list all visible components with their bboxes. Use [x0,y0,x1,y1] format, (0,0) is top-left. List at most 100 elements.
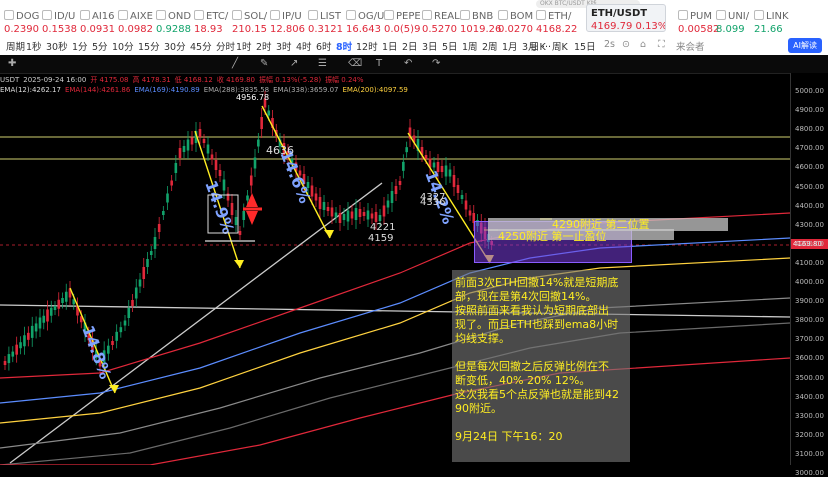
axis-tick: 4100.00 [795,258,824,267]
text-tool-icon[interactable]: T [376,58,382,69]
candle-body [61,298,64,303]
axis-tick: 4900.00 [795,106,824,115]
candle-body [131,300,134,306]
crosshair-icon[interactable]: ✚ [8,58,16,69]
checkbox-icon[interactable] [716,10,726,20]
period-9[interactable]: 分时 [216,39,235,53]
axis-tick: 4700.00 [795,144,824,153]
ticker-price: 4169.79 0.13% [591,21,666,32]
checkbox-icon[interactable] [678,10,688,20]
axis-tick: 3600.00 [795,354,824,363]
candle-body [314,193,318,201]
candle-body [138,279,142,287]
toolbar-right-1[interactable]: ⊙ [622,39,630,50]
candle-body [253,157,257,169]
candle-body [257,139,260,147]
ticker-symbol: IP/U [270,10,302,22]
checkbox-icon[interactable] [270,10,280,20]
period-4[interactable]: 5分 [92,39,108,53]
period-1[interactable]: 1秒 [26,39,42,53]
checkbox-icon[interactable] [232,10,242,20]
period-extra-2[interactable]: 15日 [574,39,596,53]
period-21[interactable]: 1周 [462,39,478,53]
checkbox-icon[interactable] [118,10,128,20]
checkbox-icon[interactable] [754,10,764,20]
period-22[interactable]: 2周 [482,39,498,53]
candle-body [394,186,398,194]
candle-body [246,195,249,201]
checkbox-icon[interactable] [4,10,14,20]
period-5[interactable]: 10分 [112,39,134,53]
period-17[interactable]: 1日 [382,39,398,53]
candle-body [398,181,402,185]
ticker-price: 21.66 [754,24,783,35]
checkbox-icon[interactable] [384,10,394,20]
ticker-symbol: OND [156,10,191,22]
period-13[interactable]: 4时 [296,39,312,53]
candle-body [322,202,326,210]
period-2[interactable]: 30秒 [46,39,68,53]
period-23[interactable]: 1月 [502,39,518,53]
toolbar-right-0[interactable]: 2s [604,39,615,50]
toolbar-right-3[interactable]: ⛶ [658,39,665,50]
period-3[interactable]: 1分 [72,39,88,53]
period-15[interactable]: 8时 [336,39,352,53]
period-16[interactable]: 12时 [356,39,378,53]
ticker-symbol: DOG [4,10,39,22]
eraser-icon[interactable]: ⌫ [348,58,362,69]
pencil-icon[interactable]: ✎ [260,58,268,69]
period-7[interactable]: 30分 [164,39,186,53]
checkbox-icon[interactable] [80,10,90,20]
candle-body [146,259,149,267]
redo-icon[interactable]: ↷ [432,58,440,69]
checkbox-icon[interactable] [460,10,470,20]
checkbox-icon[interactable] [346,10,356,20]
candle-body [260,117,263,129]
period-20[interactable]: 5日 [442,39,458,53]
ai-interpret-button[interactable]: AI解读 [788,38,822,53]
arrow-tool-icon[interactable]: ↗ [290,58,298,69]
candle-body [370,213,374,219]
period-8[interactable]: 45分 [190,39,212,53]
ticker-ethusdt[interactable]: ETH/USDT 4169.79 0.13% [586,4,666,32]
ticker-symbol: PUM [678,10,712,22]
checkbox-icon[interactable] [194,10,204,20]
checkbox-icon[interactable] [422,10,432,20]
ema-line [0,237,790,404]
ticker-symbol: UNI/ [716,10,749,22]
period-0[interactable]: 周期 [6,39,25,53]
period-10[interactable]: 1时 [236,39,252,53]
period-19[interactable]: 3日 [422,39,438,53]
candle-body [42,315,46,323]
checkbox-icon[interactable] [536,10,546,20]
candle-body [166,193,169,203]
price-axis[interactable]: 4169.80 5000.00 4900.00 4800.00 4700.00 4600… [790,73,828,477]
checkbox-icon[interactable] [308,10,318,20]
toolbar-right-4[interactable]: 来会者 [676,39,705,53]
fib-tool-icon[interactable]: ☰ [318,58,327,69]
checkbox-icon[interactable] [156,10,166,20]
period-12[interactable]: 3时 [276,39,292,53]
period-14[interactable]: 6时 [316,39,332,53]
period-extra-1[interactable]: 周K [552,39,568,53]
candle-body [15,344,18,355]
note-line: 前面3次ETH回撤14%就是短期底 [455,276,619,289]
period-18[interactable]: 2日 [402,39,418,53]
period-extra-0[interactable]: 日K [530,39,546,53]
period-toolbar: 周期 1秒 30秒 1分 5分 10分 15分 30分 45分 分时 1时 2时 3时 4时 6时 8时 12时… [0,36,828,56]
period-6[interactable]: 15分 [138,39,160,53]
chart-canvas[interactable]: 14.8%14.9%14.6% 14.2%4956.784636422141594… [0,73,790,465]
ticker-link[interactable]: LINK 21.66 [754,10,814,36]
candle-body [358,209,362,217]
draw-line-icon[interactable]: ╱ [232,58,238,69]
toolbar-right-2[interactable]: ⌂ [640,39,646,50]
kline-chart[interactable]: USDT 2025-09-24 16:00 开 4175.08 高 4178.31 低 … [0,73,790,465]
period-11[interactable]: 2时 [256,39,272,53]
checkbox-icon[interactable] [42,10,52,20]
checkbox-icon[interactable] [498,10,508,20]
undo-icon[interactable]: ↶ [404,58,412,69]
axis-tick: 4500.00 [795,182,824,191]
ticker-symbol: BOM [498,10,533,22]
candle-body [350,211,354,219]
axis-tick: 3500.00 [795,373,824,382]
